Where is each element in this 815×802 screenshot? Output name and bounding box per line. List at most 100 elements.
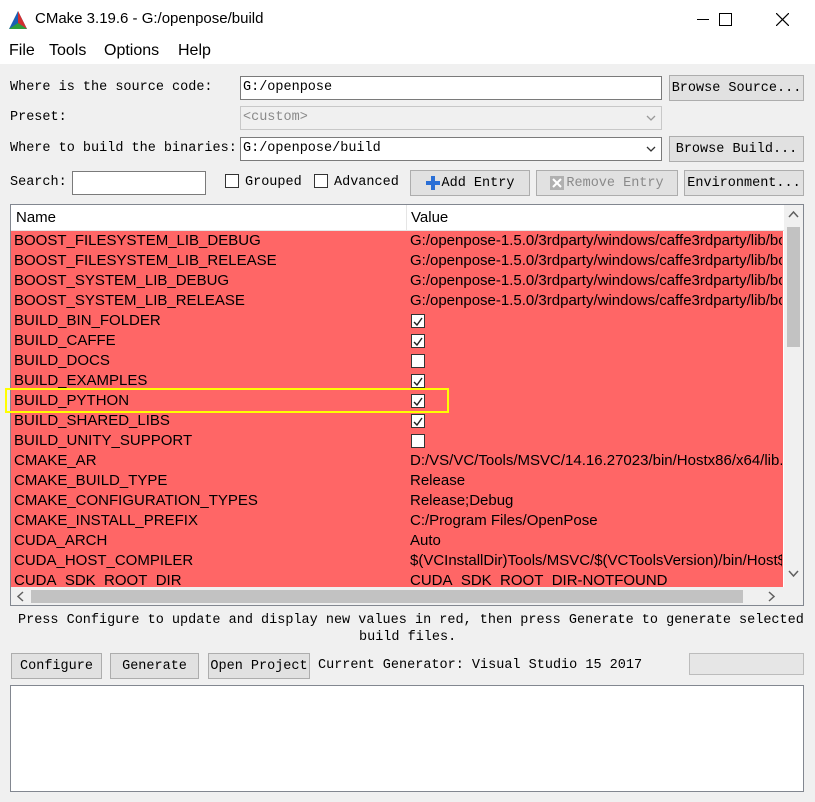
scroll-up-icon[interactable]	[788, 210, 799, 218]
close-button[interactable]	[760, 0, 805, 38]
source-input[interactable]: G:/openpose	[240, 76, 662, 100]
table-row[interactable]: CUDA_SDK_ROOT_DIR CUDA_SDK_ROOT_DIR-NOTFO…	[11, 571, 783, 587]
table-row[interactable]: BUILD_BIN_FOLDER	[11, 311, 783, 331]
remove-icon	[550, 176, 565, 190]
entry-name: CUDA_HOST_COMPILER	[14, 552, 194, 569]
entry-name: CMAKE_AR	[14, 452, 97, 469]
checkmark-icon	[413, 377, 423, 387]
preset-combo: <custom>	[240, 106, 662, 130]
table-row[interactable]: BUILD_CAFFE	[11, 331, 783, 351]
entry-value[interactable]: Auto	[410, 532, 782, 549]
vertical-scrollbar[interactable]	[784, 205, 803, 587]
output-log[interactable]	[10, 685, 804, 792]
table-row[interactable]: BUILD_SHARED_LIBS	[11, 411, 783, 431]
entry-checkbox[interactable]	[411, 354, 425, 368]
entry-value[interactable]: D:/VS/VC/Tools/MSVC/14.16.27023/bin/Host…	[410, 452, 782, 469]
table-row[interactable]: CMAKE_CONFIGURATION_TYPES Release;Debug	[11, 491, 783, 511]
open-project-button[interactable]: Open Project	[208, 653, 310, 679]
entry-name: BUILD_UNITY_SUPPORT	[14, 432, 193, 449]
advanced-label[interactable]: Advanced	[334, 175, 399, 190]
current-generator-text: Current Generator: Visual Studio 15 2017	[318, 658, 643, 673]
column-header-value[interactable]: Value	[411, 209, 448, 226]
table-row[interactable]: BUILD_DOCS	[11, 351, 783, 371]
table-row[interactable]: BOOST_SYSTEM_LIB_RELEASE G:/openpose-1.5.…	[11, 291, 783, 311]
maximize-button[interactable]	[703, 0, 748, 38]
entry-name: BUILD_SHARED_LIBS	[14, 412, 170, 429]
entry-name: CMAKE_INSTALL_PREFIX	[14, 512, 198, 529]
preset-value: <custom>	[243, 110, 308, 125]
table-row[interactable]: CUDA_HOST_COMPILER $(VCInstallDir)Tools/M…	[11, 551, 783, 571]
entry-name: CMAKE_BUILD_TYPE	[14, 472, 168, 489]
add-entry-button[interactable]: Add Entry	[410, 170, 530, 196]
cmake-logo-icon	[9, 11, 27, 29]
scroll-down-icon[interactable]	[788, 570, 799, 578]
environment-button[interactable]: Environment...	[684, 170, 804, 196]
vertical-scroll-thumb[interactable]	[787, 227, 800, 347]
plus-icon	[425, 176, 440, 190]
entry-name: BUILD_EXAMPLES	[14, 372, 148, 389]
entry-value[interactable]: G:/openpose-1.5.0/3rdparty/windows/caffe…	[410, 272, 782, 289]
search-label: Search:	[10, 175, 67, 190]
table-row[interactable]: CMAKE_INSTALL_PREFIX C:/Program Files/Ope…	[11, 511, 783, 531]
generate-button[interactable]: Generate	[110, 653, 199, 679]
table-row[interactable]: BOOST_SYSTEM_LIB_DEBUG G:/openpose-1.5.0/…	[11, 271, 783, 291]
entry-value[interactable]: Release	[410, 472, 782, 489]
entry-name: BUILD_BIN_FOLDER	[14, 312, 161, 329]
entry-name: BOOST_FILESYSTEM_LIB_RELEASE	[14, 252, 277, 269]
column-divider[interactable]	[406, 205, 407, 230]
column-header-name[interactable]: Name	[16, 209, 56, 226]
menu-tools[interactable]: Tools	[49, 42, 86, 60]
checkmark-icon	[413, 337, 423, 347]
checkmark-icon	[413, 317, 423, 327]
table-row[interactable]: CUDA_ARCH Auto	[11, 531, 783, 551]
hint-line-2: build files.	[359, 630, 457, 645]
menu-options[interactable]: Options	[104, 42, 159, 60]
entry-value[interactable]: G:/openpose-1.5.0/3rdparty/windows/caffe…	[410, 232, 782, 249]
entry-value[interactable]: $(VCInstallDir)Tools/MSVC/$(VCToolsVersi…	[410, 552, 782, 569]
entry-value[interactable]: G:/openpose-1.5.0/3rdparty/windows/caffe…	[410, 292, 782, 309]
horizontal-scrollbar[interactable]	[11, 587, 803, 605]
entry-checkbox[interactable]	[411, 434, 425, 448]
entry-checkbox[interactable]	[411, 314, 425, 328]
advanced-checkbox[interactable]	[314, 174, 328, 188]
horizontal-scroll-thumb[interactable]	[31, 590, 743, 603]
grouped-label[interactable]: Grouped	[245, 175, 302, 190]
remove-entry-button: Remove Entry	[536, 170, 678, 196]
table-row[interactable]: BUILD_UNITY_SUPPORT	[11, 431, 783, 451]
menu-bar: File Tools Options Help	[0, 38, 815, 64]
entry-value[interactable]: CUDA_SDK_ROOT_DIR-NOTFOUND	[410, 572, 782, 587]
table-header: Name Value	[11, 205, 784, 231]
entry-name: BOOST_FILESYSTEM_LIB_DEBUG	[14, 232, 261, 249]
menu-file[interactable]: File	[9, 42, 35, 60]
table-row[interactable]: BOOST_FILESYSTEM_LIB_RELEASE G:/openpose-…	[11, 251, 783, 271]
chevron-down-icon	[646, 115, 656, 121]
entry-value[interactable]: G:/openpose-1.5.0/3rdparty/windows/caffe…	[410, 252, 782, 269]
scroll-left-icon[interactable]	[16, 591, 24, 602]
window-title: CMake 3.19.6 - G:/openpose/build	[35, 10, 264, 27]
menu-help[interactable]: Help	[178, 42, 211, 60]
search-input[interactable]	[72, 171, 206, 195]
source-label: Where is the source code:	[10, 80, 213, 95]
highlight-box	[5, 388, 449, 413]
entry-name: BUILD_CAFFE	[14, 332, 116, 349]
chevron-down-icon	[646, 146, 656, 152]
browse-source-button[interactable]: Browse Source...	[669, 75, 804, 101]
table-row[interactable]: BOOST_FILESYSTEM_LIB_DEBUG G:/openpose-1.…	[11, 231, 783, 251]
entry-checkbox[interactable]	[411, 334, 425, 348]
scroll-right-icon[interactable]	[768, 591, 776, 602]
entry-name: BOOST_SYSTEM_LIB_RELEASE	[14, 292, 245, 309]
entry-value[interactable]: C:/Program Files/OpenPose	[410, 512, 782, 529]
entry-checkbox[interactable]	[411, 414, 425, 428]
table-row[interactable]: CMAKE_BUILD_TYPE Release	[11, 471, 783, 491]
entry-checkbox[interactable]	[411, 374, 425, 388]
entry-name: BUILD_DOCS	[14, 352, 110, 369]
checkmark-icon	[413, 417, 423, 427]
binaries-combo[interactable]: G:/openpose/build	[240, 137, 662, 161]
configure-button[interactable]: Configure	[11, 653, 102, 679]
browse-build-button[interactable]: Browse Build...	[669, 136, 804, 162]
table-row[interactable]: CMAKE_AR D:/VS/VC/Tools/MSVC/14.16.27023/…	[11, 451, 783, 471]
grouped-checkbox[interactable]	[225, 174, 239, 188]
entry-value[interactable]: Release;Debug	[410, 492, 782, 509]
title-bar[interactable]: CMake 3.19.6 - G:/openpose/build	[0, 0, 815, 38]
remove-entry-label: Remove Entry	[566, 175, 664, 191]
